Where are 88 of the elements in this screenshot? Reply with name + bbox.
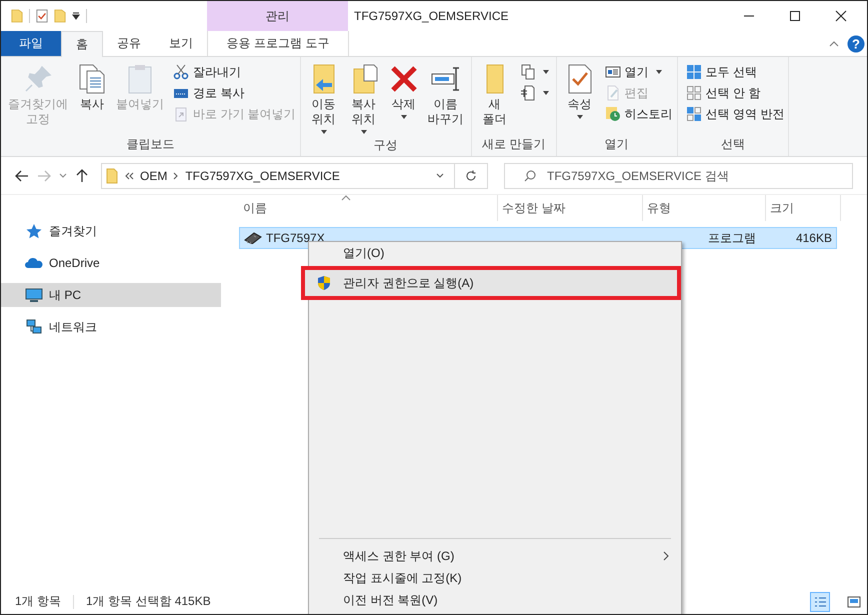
address-bar[interactable]: OEM TFG7597XG_OEMSERVICE [101,162,488,188]
close-icon[interactable] [835,10,847,22]
group-label: 클립보드 [125,136,176,153]
select-none-icon [686,85,702,101]
contextual-tab-header: 관리 [207,1,348,31]
document-icon [520,85,536,101]
maximize-icon[interactable] [789,10,801,22]
sort-ascending-icon [341,195,351,201]
invert-selection-icon [686,106,702,122]
ribbon-tab[interactable]: 홈 [61,31,103,57]
collapse-ribbon-icon[interactable] [829,40,839,46]
file-name: TFG7597X [266,231,325,245]
ribbon-button[interactable]: 복사 위치 [344,63,383,137]
breadcrumb-item[interactable]: TFG7597XG_OEMSERVICE [185,168,340,182]
new-item-icon [520,64,536,80]
column-header[interactable]: 이름 [239,195,498,221]
computer-icon [25,287,43,303]
sidebar-item[interactable]: 즐겨찾기 [1,219,221,243]
ribbon-button[interactable]: 복사 [73,63,111,136]
group-label: 선택 [720,136,746,153]
menu-item[interactable]: 액세스 권한 부여 (G) [313,545,677,567]
menu-item[interactable]: 관리자 권한으로 실행(A) [301,266,681,300]
ribbon-button[interactable]: 모두 선택 [686,63,784,81]
menu-item[interactable]: 작업 표시줄에 고정(K) [313,567,677,589]
cloud-icon [25,255,43,271]
dropdown-icon[interactable] [436,172,444,178]
window-title: TFG7597XG_OEMSERVICE [353,8,510,25]
column-header[interactable]: 수정한 날짜 [498,195,643,221]
group-label: 구성 [372,137,399,154]
caret-icon [542,70,549,74]
caret-icon [656,70,662,74]
shield-icon [317,275,331,291]
file-size: 416KB [796,231,832,245]
column-header[interactable]: 크기 [766,195,841,221]
file-type: 프로그램 [708,230,756,246]
customize-dropdown-icon[interactable] [72,12,80,20]
scissors-icon [173,64,189,80]
caret-icon [320,130,327,134]
shortcut-icon [173,106,189,122]
ribbon-button[interactable] [520,63,552,81]
open-icon [604,64,621,80]
item-count: 1개 항목 [15,593,62,610]
ribbon-button[interactable]: 선택 영역 반전 [686,105,784,123]
up-arrow-icon[interactable] [75,168,89,182]
menu-item[interactable]: 이전 버전 복원(V) [313,589,677,611]
network-icon [25,319,43,335]
folder-icon [106,168,118,184]
properties-icon[interactable] [36,8,48,24]
edit-icon [604,85,621,101]
help-icon[interactable]: ? [847,34,865,52]
caret-icon [360,130,367,134]
caret-icon [542,91,549,95]
back-icon[interactable] [15,168,29,182]
selection-info: 1개 항목 선택함 415KB [86,593,211,610]
ribbon-tab[interactable]: 보기 [155,31,207,56]
ribbon-button[interactable]: 속성 [560,63,599,136]
breadcrumb-item[interactable]: OEM [140,168,168,182]
sidebar-item[interactable]: OneDrive [1,251,221,275]
ribbon-button[interactable]: 삭제 [384,63,423,137]
ribbon-button[interactable]: 선택 안 함 [686,84,784,102]
search-icon [524,170,536,182]
ribbon-button[interactable]: 새 폴더 [476,63,514,136]
details-view-icon[interactable] [811,592,829,610]
ribbon-button[interactable]: 이동 위치 [304,63,343,137]
ribbon-button[interactable]: 경로 복사 [173,84,296,102]
ribbon-button[interactable]: 열기 [604,63,673,81]
group-label: 열기 [604,136,630,153]
caret-icon [576,115,583,119]
ribbon-button[interactable]: 잘라내기 [173,63,296,81]
ribbon-button[interactable]: 히스토리 [604,105,673,123]
select-all-icon [686,64,702,80]
star-icon [25,223,43,239]
ribbon-tab[interactable]: 응용 프로그램 도구 [207,31,349,56]
ribbon-tab[interactable]: 공유 [103,31,155,56]
history-icon [604,106,621,122]
recent-dropdown-icon[interactable] [59,172,67,178]
search-field[interactable]: TFG7597XG_OEMSERVICE 검색 [504,162,853,188]
overflow-chevron-icon[interactable] [124,172,134,180]
column-header[interactable]: 유형 [643,195,766,221]
ribbon-button[interactable] [520,84,552,102]
sidebar-item[interactable]: 네트워크 [1,315,221,339]
breadcrumb-separator-icon[interactable] [173,172,180,180]
ribbon-button[interactable]: 이름 바꾸기 [424,63,467,137]
executable-icon [244,232,262,244]
caret-icon [400,115,407,119]
sidebar-item[interactable]: 내 PC [1,283,221,307]
ribbon-tab[interactable]: 파일 [1,31,61,56]
group-label: 새로 만들기 [481,136,546,153]
